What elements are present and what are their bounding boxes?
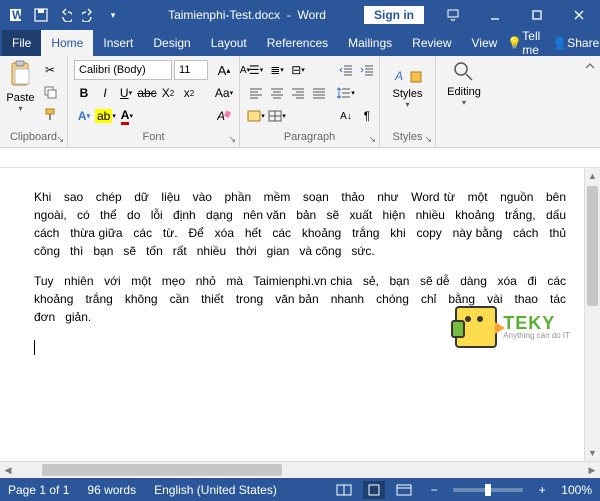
vertical-scrollbar[interactable]: ▲ ▼ bbox=[584, 168, 600, 461]
scroll-left-icon[interactable]: ◀ bbox=[0, 462, 16, 478]
collapse-ribbon-icon[interactable] bbox=[580, 56, 600, 147]
share-button[interactable]: 👤 Share bbox=[552, 36, 599, 50]
numbering-button[interactable]: ≣▾ bbox=[267, 60, 287, 80]
maximize-icon[interactable] bbox=[516, 0, 558, 30]
scroll-down-icon[interactable]: ▼ bbox=[585, 445, 600, 461]
undo-icon[interactable] bbox=[54, 4, 76, 26]
paragraph-launcher-icon[interactable]: ↘ bbox=[368, 134, 376, 145]
text-cursor bbox=[34, 340, 35, 355]
highlight-button[interactable]: ab▾ bbox=[95, 106, 116, 126]
paragraph-1[interactable]: Khi sao chép dữ liệu vào phần mềm soạn t… bbox=[34, 188, 566, 260]
font-color-button[interactable]: A▾ bbox=[117, 106, 137, 126]
chevron-down-icon: ▾ bbox=[462, 98, 466, 107]
increase-indent-button[interactable] bbox=[357, 60, 377, 80]
format-painter-icon[interactable] bbox=[39, 104, 61, 124]
styles-launcher-icon[interactable]: ↘ bbox=[424, 134, 432, 145]
scroll-up-icon[interactable]: ▲ bbox=[585, 168, 600, 184]
print-layout-icon[interactable] bbox=[363, 481, 385, 499]
decrease-indent-button[interactable] bbox=[336, 60, 356, 80]
tab-review[interactable]: Review bbox=[402, 30, 461, 56]
clear-formatting-button[interactable]: A bbox=[214, 106, 234, 126]
paragraph-2[interactable]: Tuy nhiên với một mẹo nhỏ mà Taimienphi.… bbox=[34, 272, 566, 326]
group-font-label: Font bbox=[74, 129, 233, 145]
change-case-button[interactable]: Aa▾ bbox=[214, 83, 234, 103]
group-paragraph-label: Paragraph bbox=[246, 129, 373, 145]
tab-insert[interactable]: Insert bbox=[93, 30, 143, 56]
clipboard-icon bbox=[7, 60, 35, 90]
scroll-thumb[interactable] bbox=[587, 186, 598, 306]
styles-button[interactable]: A Styles ▾ bbox=[386, 60, 429, 109]
group-styles-label: Styles bbox=[386, 129, 429, 145]
web-layout-icon[interactable] bbox=[393, 481, 415, 499]
font-family-combo[interactable] bbox=[74, 60, 172, 80]
italic-button[interactable]: I bbox=[95, 83, 115, 103]
status-words[interactable]: 96 words bbox=[87, 483, 136, 497]
strikethrough-button[interactable]: abc bbox=[137, 83, 157, 103]
grow-font-button[interactable]: A▴ bbox=[214, 60, 234, 80]
bullets-button[interactable]: ☰▾ bbox=[246, 60, 266, 80]
zoom-level[interactable]: 100% bbox=[561, 483, 592, 497]
shading-button[interactable]: ▾ bbox=[246, 106, 266, 126]
clipboard-launcher-icon[interactable]: ↘ bbox=[56, 134, 64, 145]
status-page[interactable]: Page 1 of 1 bbox=[8, 483, 69, 497]
status-language[interactable]: English (United States) bbox=[154, 483, 277, 497]
copy-icon[interactable] bbox=[39, 82, 61, 102]
superscript-button[interactable]: x2 bbox=[179, 83, 199, 103]
zoom-in-icon[interactable]: + bbox=[531, 481, 553, 499]
zoom-out-icon[interactable]: − bbox=[423, 481, 445, 499]
tab-design[interactable]: Design bbox=[143, 30, 200, 56]
font-launcher-icon[interactable]: ↘ bbox=[228, 134, 236, 145]
svg-text:W: W bbox=[12, 8, 24, 22]
signin-button[interactable]: Sign in bbox=[364, 6, 424, 24]
document-page[interactable]: Khi sao chép dữ liệu vào phần mềm soạn t… bbox=[0, 168, 600, 388]
close-icon[interactable] bbox=[558, 0, 600, 30]
redo-icon[interactable] bbox=[78, 4, 100, 26]
tellme[interactable]: 💡 Tell me bbox=[507, 29, 540, 57]
ribbon-options-icon[interactable] bbox=[432, 0, 474, 30]
align-right-button[interactable] bbox=[288, 83, 308, 103]
text-effects-button[interactable]: A▾ bbox=[74, 106, 94, 126]
styles-icon: A bbox=[393, 60, 423, 86]
tab-home[interactable]: Home bbox=[41, 30, 93, 56]
find-icon bbox=[452, 60, 476, 84]
horizontal-scrollbar[interactable]: ◀ ▶ bbox=[0, 461, 600, 478]
chevron-down-icon: ▾ bbox=[405, 100, 409, 109]
chevron-down-icon: ▾ bbox=[18, 104, 22, 113]
subscript-button[interactable]: X2 bbox=[158, 83, 178, 103]
align-left-button[interactable] bbox=[246, 83, 266, 103]
cut-icon[interactable]: ✂ bbox=[39, 60, 61, 80]
ruler[interactable] bbox=[0, 148, 600, 168]
paste-button[interactable]: Paste ▾ bbox=[6, 60, 35, 113]
bold-button[interactable]: B bbox=[74, 83, 94, 103]
minimize-icon[interactable] bbox=[474, 0, 516, 30]
underline-button[interactable]: U▾ bbox=[116, 83, 136, 103]
read-mode-icon[interactable] bbox=[333, 481, 355, 499]
sort-button[interactable]: A↓ bbox=[336, 106, 356, 126]
svg-text:A: A bbox=[394, 69, 403, 83]
save-icon[interactable] bbox=[30, 4, 52, 26]
tab-file[interactable]: File bbox=[2, 30, 41, 56]
align-center-button[interactable] bbox=[267, 83, 287, 103]
show-marks-button[interactable]: ¶ bbox=[357, 106, 377, 126]
scroll-right-icon[interactable]: ▶ bbox=[584, 462, 600, 478]
borders-button[interactable]: ▾ bbox=[267, 106, 287, 126]
justify-button[interactable] bbox=[309, 83, 329, 103]
tab-references[interactable]: References bbox=[257, 30, 338, 56]
word-icon[interactable]: W bbox=[6, 4, 28, 26]
multilevel-button[interactable]: ⊟▾ bbox=[288, 60, 308, 80]
window-title: Taimienphi-Test.docx - Word bbox=[130, 8, 364, 22]
tab-mailings[interactable]: Mailings bbox=[338, 30, 402, 56]
hscroll-thumb[interactable] bbox=[42, 464, 282, 476]
svg-text:A: A bbox=[217, 109, 225, 123]
editing-button[interactable]: Editing ▾ bbox=[442, 60, 486, 107]
font-size-combo[interactable] bbox=[174, 60, 208, 80]
qat-customize-icon[interactable]: ▾ bbox=[102, 4, 124, 26]
tab-layout[interactable]: Layout bbox=[201, 30, 257, 56]
zoom-slider[interactable] bbox=[453, 488, 523, 492]
group-clipboard-label: Clipboard bbox=[6, 129, 61, 145]
tab-view[interactable]: View bbox=[462, 30, 508, 56]
line-spacing-button[interactable]: ▾ bbox=[336, 83, 356, 103]
